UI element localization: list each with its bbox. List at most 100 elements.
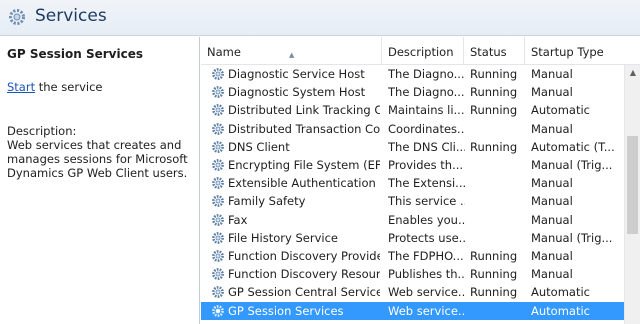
table-row[interactable]: GP Session Central Service Web service...… <box>201 283 624 301</box>
service-status: Running <box>470 267 518 281</box>
services-gear-icon <box>9 9 25 25</box>
service-status: Running <box>470 103 518 117</box>
service-description: Coordinates... <box>388 122 465 136</box>
service-gear-icon <box>212 68 224 80</box>
start-service-link[interactable]: Start <box>7 80 35 94</box>
service-gear-icon <box>212 195 224 207</box>
service-gear-icon <box>212 286 224 298</box>
service-details-pane: GP Session Services Start the service De… <box>0 37 200 324</box>
service-description: Enables you... <box>388 213 465 227</box>
column-header-description[interactable]: Description <box>382 37 464 64</box>
service-status <box>470 174 528 192</box>
service-gear-icon <box>212 305 224 317</box>
service-startup-type: Manual <box>531 176 573 190</box>
service-description: Publishes th... <box>388 267 465 281</box>
service-startup-type: Automatic <box>531 103 590 117</box>
service-description: The FDPHO... <box>388 249 464 263</box>
service-startup-type: Manual <box>531 122 573 136</box>
service-status <box>470 211 528 229</box>
service-gear-icon <box>212 268 224 280</box>
services-list: Name ▲ Description Status Startup Type D… <box>201 37 640 324</box>
table-row[interactable]: Extensible Authentication P... The Extens… <box>201 174 624 192</box>
service-name: Diagnostic Service Host <box>228 67 365 81</box>
service-gear-icon <box>212 250 224 262</box>
column-header-description-label: Description <box>388 45 454 59</box>
service-status: Running <box>470 140 518 154</box>
service-startup-type: Manual (Trig... <box>531 231 613 245</box>
service-status: Running <box>470 285 518 299</box>
column-header-row: Name ▲ Description Status Startup Type <box>201 37 640 65</box>
service-description: The Extensi... <box>388 176 465 190</box>
service-name: Distributed Link Tracking Cl... <box>228 103 380 117</box>
service-startup-type: Manual <box>531 85 573 99</box>
column-header-startup-type[interactable]: Startup Type <box>525 37 640 64</box>
service-gear-icon <box>212 159 224 171</box>
service-startup-type: Automatic <box>531 304 590 318</box>
service-status <box>470 120 528 138</box>
column-header-name-label: Name <box>207 45 241 59</box>
service-startup-type: Automatic (T... <box>531 140 615 154</box>
service-gear-icon <box>212 86 224 98</box>
description-text: Web services that creates and manages se… <box>7 138 188 180</box>
sort-ascending-icon: ▲ <box>289 51 295 59</box>
service-startup-type: Automatic <box>531 285 590 299</box>
table-row[interactable]: File History Service Protects use... Manua… <box>201 229 624 247</box>
scrollbar-thumb[interactable] <box>627 136 638 234</box>
service-description: The Diagno... <box>388 67 465 81</box>
service-description: The DNS Cli... <box>388 140 465 154</box>
table-row[interactable]: Distributed Transaction Co... Coordinates… <box>201 120 624 138</box>
column-header-status[interactable]: Status <box>464 37 525 64</box>
service-status <box>470 229 528 247</box>
service-description: Maintains li... <box>388 103 465 117</box>
service-description: Provides th... <box>388 158 464 172</box>
pane-divider[interactable] <box>199 37 200 324</box>
service-name: Distributed Transaction Co... <box>228 122 380 136</box>
service-description: Protects use... <box>388 231 465 245</box>
column-header-name[interactable]: Name ▲ <box>201 37 382 64</box>
service-status <box>470 156 528 174</box>
selected-service-title: GP Session Services <box>7 47 143 61</box>
service-startup-type: Manual <box>531 267 573 281</box>
table-row[interactable]: Fax Enables you... Manual <box>201 211 624 229</box>
table-row[interactable]: Diagnostic Service Host The Diagno... Runn… <box>201 65 624 83</box>
service-name: Encrypting File System (EFS) <box>228 158 380 172</box>
table-row[interactable]: Function Discovery Resourc... Publishes t… <box>201 265 624 283</box>
table-row[interactable]: Diagnostic System Host The Diagno... Runni… <box>201 83 624 101</box>
service-gear-icon <box>212 232 224 244</box>
table-row[interactable]: Encrypting File System (EFS) Provides th.… <box>201 156 624 174</box>
service-name: Function Discovery Provide... <box>228 249 380 263</box>
service-gear-icon <box>212 104 224 116</box>
column-header-startup-type-label: Startup Type <box>531 45 604 59</box>
service-name: Family Safety <box>228 194 306 208</box>
scroll-up-arrow-icon[interactable]: ▲ <box>625 65 640 81</box>
vertical-scrollbar[interactable]: ▲ <box>624 65 640 324</box>
service-description: The Diagno... <box>388 85 465 99</box>
service-name: Function Discovery Resourc... <box>228 267 380 281</box>
service-name: DNS Client <box>228 140 290 154</box>
service-gear-icon <box>212 177 224 189</box>
table-row[interactable]: Distributed Link Tracking Cl... Maintains… <box>201 101 624 119</box>
table-row[interactable]: Family Safety This service ... Manual <box>201 192 624 210</box>
service-name: File History Service <box>228 231 338 245</box>
window-title: Services <box>35 6 107 26</box>
service-description: Web service... <box>388 304 465 318</box>
service-startup-type: Manual <box>531 249 573 263</box>
service-status <box>470 192 528 210</box>
service-gear-icon <box>212 123 224 135</box>
service-startup-type: Manual <box>531 194 573 208</box>
service-startup-type: Manual <box>531 213 573 227</box>
service-name: GP Session Services <box>228 304 344 318</box>
service-name: GP Session Central Service <box>228 285 380 299</box>
service-startup-type: Manual <box>531 67 573 81</box>
start-service-suffix: the service <box>35 80 103 94</box>
table-row[interactable]: Function Discovery Provide... The FDPHO..… <box>201 247 624 265</box>
service-status <box>470 302 528 320</box>
service-action: Start the service <box>7 80 102 94</box>
service-name: Diagnostic System Host <box>228 85 366 99</box>
service-gear-icon <box>212 214 224 226</box>
description-label: Description: <box>7 124 77 138</box>
service-status: Running <box>470 67 518 81</box>
title-bar: Services <box>0 0 640 36</box>
table-row[interactable]: GP Session Services Web service... Automat… <box>201 302 624 320</box>
table-row[interactable]: DNS Client The DNS Cli... Running Automatic… <box>201 138 624 156</box>
